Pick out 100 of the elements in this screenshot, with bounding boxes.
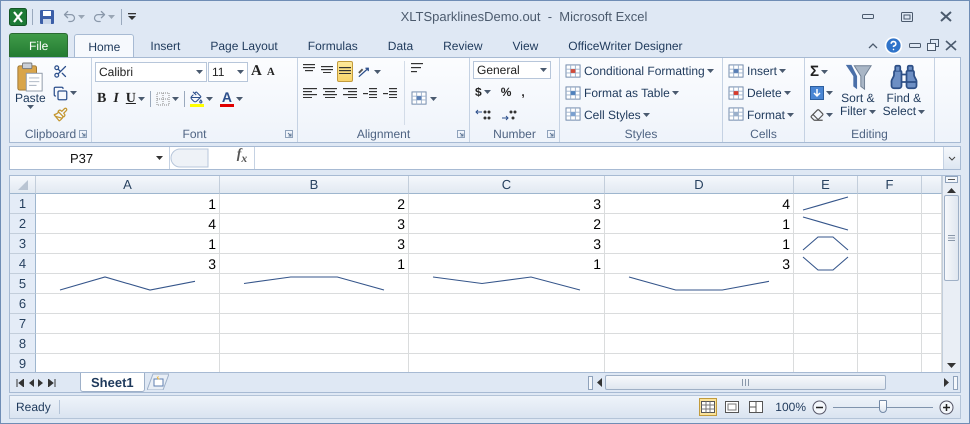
ribbon-tab[interactable]: Page Layout	[196, 33, 292, 57]
sheet-cell[interactable]	[605, 314, 794, 334]
grow-font-button[interactable]: A	[249, 61, 264, 82]
insert-function-button[interactable]: f$_{x}$	[230, 147, 254, 169]
column-header[interactable]: A	[36, 176, 220, 194]
sheet-cell[interactable]: 2	[409, 214, 605, 234]
sheet-cell[interactable]: 1	[220, 254, 409, 274]
sheet-cell[interactable]	[794, 294, 858, 314]
row-header[interactable]: 3	[10, 234, 36, 254]
resize-handle-icon[interactable]	[170, 148, 210, 168]
restore-icon[interactable]	[927, 39, 939, 51]
dialog-launcher-icon[interactable]	[285, 130, 293, 138]
row-header[interactable]: 6	[10, 294, 36, 314]
autosum-button[interactable]: Σ	[808, 61, 835, 82]
scroll-up-icon[interactable]	[947, 187, 956, 193]
sheet-cell[interactable]: 3	[36, 254, 220, 274]
scrollbar-thumb[interactable]	[944, 195, 959, 281]
font-style-button[interactable]: U	[124, 88, 147, 109]
collapse-ribbon-icon[interactable]	[868, 42, 878, 48]
ribbon-tab[interactable]: Home	[74, 34, 134, 58]
sheet-cell[interactable]: 3	[220, 234, 409, 254]
column-header[interactable]: D	[605, 176, 794, 194]
sheet-cell[interactable]	[858, 214, 922, 234]
row-header[interactable]: 5	[10, 274, 36, 294]
cells-menu-button[interactable]: Delete	[726, 82, 796, 104]
page-layout-view-button[interactable]	[723, 398, 742, 416]
vertical-align-button[interactable]	[337, 61, 353, 82]
cells-menu-button[interactable]: Insert	[726, 61, 796, 82]
ribbon-tab[interactable]: Insert	[136, 33, 194, 57]
sheet-cell[interactable]	[409, 294, 605, 314]
sheet-cell[interactable]	[858, 274, 922, 294]
sheet-cell[interactable]	[858, 334, 922, 354]
sheet-cell[interactable]: 1	[605, 234, 794, 254]
font-size-field[interactable]: 11	[208, 62, 248, 82]
column-header[interactable]: E	[794, 176, 858, 194]
styles-menu-button[interactable]: Format as Table	[563, 82, 716, 104]
sheet-cell[interactable]: 1	[36, 234, 220, 254]
normal-view-button[interactable]	[699, 398, 718, 416]
font-color-button[interactable]: A	[218, 88, 245, 109]
font-name-field[interactable]: Calibri	[95, 62, 207, 82]
sheet-cell[interactable]: 3	[409, 234, 605, 254]
dialog-launcher-icon[interactable]	[457, 130, 465, 138]
sheet-cell[interactable]	[409, 334, 605, 354]
ribbon-tab[interactable]: OfficeWriter Designer	[554, 33, 697, 57]
last-sheet-icon[interactable]	[48, 378, 56, 386]
sheet-cell[interactable]: 4	[605, 194, 794, 214]
sheet-cell[interactable]	[220, 294, 409, 314]
zoom-level[interactable]: 100%	[775, 400, 806, 414]
sheet-cell[interactable]	[858, 314, 922, 334]
sheet-cell[interactable]	[36, 314, 220, 334]
number-format-field[interactable]: General	[473, 61, 551, 79]
ribbon-tab[interactable]: File	[9, 33, 68, 57]
sheet-cell[interactable]: 3	[605, 254, 794, 274]
number-format-button[interactable]: ,	[519, 81, 527, 102]
minimize-icon[interactable]	[909, 42, 921, 48]
sheet-tab[interactable]: Sheet1	[80, 373, 145, 392]
font-style-button[interactable]: B	[95, 88, 108, 109]
help-icon[interactable]	[884, 36, 903, 54]
sheet-cell[interactable]	[36, 334, 220, 354]
sheet-cell[interactable]	[220, 314, 409, 334]
sheet-cell[interactable]: 2	[220, 194, 409, 214]
shrink-font-button[interactable]: A	[264, 61, 277, 82]
row-header[interactable]: 2	[10, 214, 36, 234]
split-box-icon[interactable]	[945, 176, 958, 183]
ribbon-tab[interactable]: Data	[374, 33, 428, 57]
name-box[interactable]: P37	[10, 147, 170, 169]
sheet-cell[interactable]	[605, 294, 794, 314]
row-header[interactable]: 4	[10, 254, 36, 274]
column-header[interactable]: B	[220, 176, 409, 194]
previous-sheet-icon[interactable]	[28, 378, 34, 386]
scroll-down-icon[interactable]	[947, 363, 956, 369]
sheet-cell[interactable]: 1	[409, 254, 605, 274]
find-select-button[interactable]: Find & Select	[880, 61, 928, 125]
insert-sheet-icon[interactable]	[146, 373, 169, 390]
sheet-cell[interactable]: 3	[220, 214, 409, 234]
styles-menu-button[interactable]: Cell Styles	[563, 104, 716, 126]
zoom-slider-thumb[interactable]	[879, 400, 887, 413]
scrollbar-thumb[interactable]	[605, 375, 886, 390]
sheet-cell[interactable]	[794, 274, 858, 294]
ribbon-tab[interactable]: Formulas	[294, 33, 372, 57]
sheet-cell[interactable]	[858, 294, 922, 314]
next-sheet-icon[interactable]	[38, 378, 44, 386]
dialog-launcher-icon[interactable]	[79, 130, 87, 138]
row-header[interactable]: 9	[10, 354, 36, 372]
scroll-right-icon[interactable]	[944, 378, 950, 387]
close-icon[interactable]	[945, 40, 957, 50]
styles-menu-button[interactable]: Conditional Formatting	[563, 61, 716, 82]
row-header[interactable]: 7	[10, 314, 36, 334]
number-format-button[interactable]: $	[473, 81, 493, 102]
sheet-cell[interactable]: 1	[605, 214, 794, 234]
sheet-cell[interactable]: 4	[36, 214, 220, 234]
sheet-cell[interactable]	[858, 194, 922, 214]
expand-formula-bar-button[interactable]	[943, 147, 960, 169]
sheet-cell[interactable]	[858, 234, 922, 254]
sheet-cell[interactable]	[409, 314, 605, 334]
sheet-cell[interactable]	[36, 294, 220, 314]
sheet-cell[interactable]	[220, 334, 409, 354]
sheet-cell[interactable]: 3	[409, 194, 605, 214]
paste-button[interactable]: Paste	[13, 61, 48, 125]
font-style-button[interactable]: I	[111, 88, 121, 109]
